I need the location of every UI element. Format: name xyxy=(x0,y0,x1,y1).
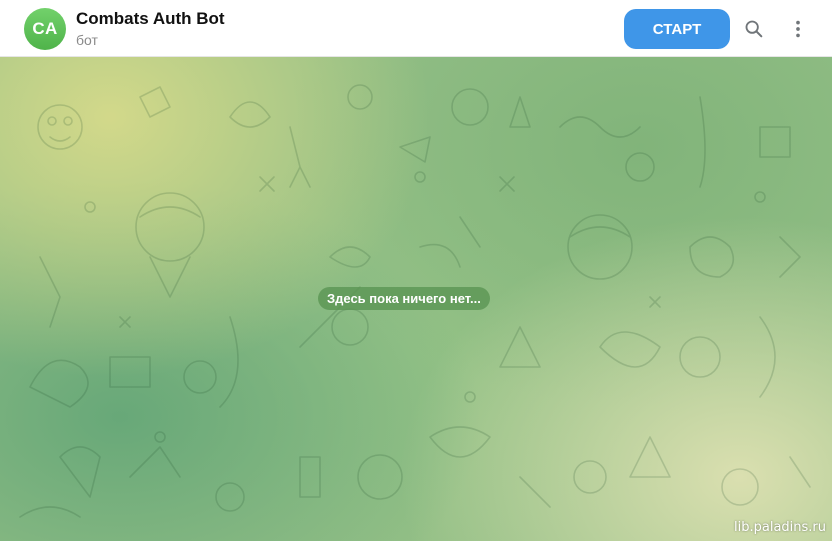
start-button[interactable]: СТАРТ xyxy=(624,9,730,49)
empty-chat-notice: Здесь пока ничего нет... xyxy=(318,287,490,310)
search-icon xyxy=(745,20,763,38)
watermark: lib.paladins.ru xyxy=(734,520,826,535)
chat-subtitle: бот xyxy=(76,32,98,48)
more-button[interactable] xyxy=(782,13,814,45)
search-button[interactable] xyxy=(738,13,770,45)
avatar[interactable]: CA xyxy=(24,8,66,50)
chat-header: CA Combats Auth Bot бот СТАРТ xyxy=(0,0,832,57)
more-vertical-icon xyxy=(796,20,800,38)
chat-window: CA Combats Auth Bot бот СТАРТ Здесь пока… xyxy=(0,0,832,541)
chat-title[interactable]: Combats Auth Bot xyxy=(76,9,225,29)
chat-background: Здесь пока ничего нет... lib.paladins.ru xyxy=(0,57,832,541)
